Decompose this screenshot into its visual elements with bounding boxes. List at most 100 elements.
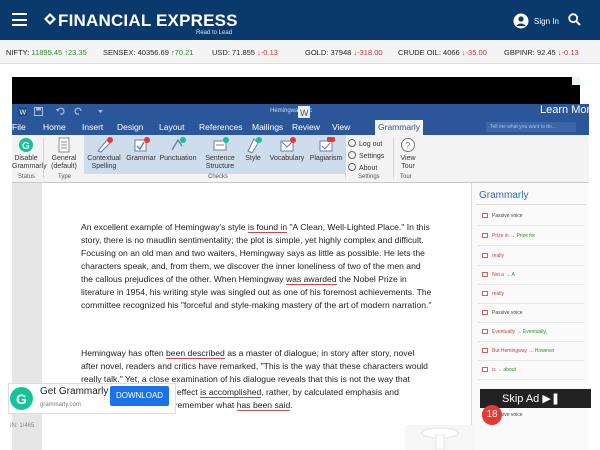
flagged-phrase[interactable]: was awarded: [285, 274, 337, 285]
suggestion-item[interactable]: is → about: [482, 367, 582, 373]
tell-me-search[interactable]: Tell me what you want to do...: [486, 122, 576, 132]
download-button[interactable]: DOWNLOAD: [110, 386, 169, 406]
grammarly-g-icon: G: [19, 138, 33, 152]
word-title-bar: W Hemingway.doc W: [12, 104, 589, 120]
group-label-checks: Checks: [208, 174, 229, 180]
gear-icon: [348, 151, 356, 159]
arrow-right-icon: →: [528, 348, 534, 354]
svg-text:G: G: [16, 391, 27, 407]
tab-layout[interactable]: Layout: [159, 122, 185, 132]
suggestion-item[interactable]: Eventually → Eventually,: [482, 329, 582, 335]
ticker-item-sensex[interactable]: SENSEX: 40356.69 ↑70.21: [103, 48, 194, 57]
ticker-item-usd[interactable]: USD: 71.855 ↓-0.13: [212, 48, 278, 57]
market-ticker: NIFTY: 11895.45 ↑23.35 SENSEX: 40356.69 …: [0, 40, 600, 64]
skip-ad-button[interactable]: Skip Ad ▶❚: [480, 389, 591, 408]
grammarly-logo-icon: G: [10, 387, 33, 410]
video-ad-frame[interactable]: [12, 77, 580, 104]
suggestion-item[interactable]: really: [482, 253, 582, 259]
grammarly-ribbon: G Disable Grammarly General (default) Co…: [12, 135, 589, 183]
svg-text:G: G: [22, 141, 30, 152]
ticker-value: 37948: [330, 48, 352, 57]
svg-text:W: W: [300, 108, 309, 118]
document-type-label: General (default): [51, 155, 77, 170]
punctuation-toggle[interactable]: Punctuation: [159, 137, 197, 163]
tab-grammarly[interactable]: Grammarly: [378, 122, 420, 132]
document-type-dropdown[interactable]: General (default): [47, 137, 81, 171]
suggestion-item[interactable]: Not a → A: [482, 272, 582, 278]
tab-mailings[interactable]: Mailings: [252, 122, 283, 132]
sign-in-label: Sign In: [534, 17, 559, 26]
hamburger-menu-icon[interactable]: [12, 13, 27, 26]
info-icon: [348, 163, 356, 171]
suggestion-text: really: [492, 253, 504, 259]
ticker-item-gbpinr[interactable]: GBPINR: 92.45 ↓-0.13: [504, 48, 579, 57]
notification-badge[interactable]: 18: [482, 405, 502, 425]
style-toggle[interactable]: Style: [242, 137, 264, 163]
tab-insert[interactable]: Insert: [82, 122, 103, 132]
suggestion-item[interactable]: Passive voice: [482, 310, 582, 316]
suggestion-item[interactable]: But Hemingway → However: [482, 348, 582, 354]
arrow-right-icon: →: [505, 272, 511, 278]
save-icon[interactable]: [34, 107, 43, 116]
view-tour-button[interactable]: ? View Tour: [397, 137, 419, 171]
contextual-spelling-toggle[interactable]: Contextual Spelling: [86, 137, 122, 171]
plagiarism-toggle[interactable]: Plagiarism: [309, 137, 343, 163]
plagiarism-icon: [319, 137, 335, 152]
suggestion-item[interactable]: Prize in → Prize for: [482, 233, 582, 239]
ticker-label: GBPINR:: [504, 48, 535, 57]
settings-button[interactable]: Settings: [348, 151, 384, 160]
settings-label: Settings: [359, 153, 385, 160]
flagged-phrase[interactable]: is found in: [247, 222, 288, 233]
learn-more-link[interactable]: Learn More: [540, 104, 596, 116]
flagged-phrase[interactable]: has been said: [236, 400, 291, 411]
flagged-phrase[interactable]: been described: [166, 348, 225, 359]
grammar-toggle[interactable]: Grammar: [126, 137, 156, 163]
logo-mark-icon: [44, 13, 56, 25]
search-icon[interactable]: [568, 13, 581, 26]
log-out-icon: [348, 139, 356, 147]
log-out-button[interactable]: Log out: [348, 139, 382, 148]
ticker-item-gold[interactable]: GOLD: 37948 ↓-318.00: [305, 48, 383, 57]
redo-icon[interactable]: [74, 107, 83, 116]
suggestion-from: is: [492, 367, 496, 373]
tab-view[interactable]: View: [332, 122, 350, 132]
ticker-change: -0.13: [260, 48, 278, 57]
tab-references[interactable]: References: [199, 122, 242, 132]
undo-icon[interactable]: [56, 107, 65, 116]
flagged-phrase[interactable]: is accomplished: [200, 387, 262, 398]
about-button[interactable]: About: [348, 163, 377, 172]
suggestion-card-icon: [482, 253, 488, 258]
customize-toolbar-icon[interactable]: [96, 107, 105, 116]
suggestion-item[interactable]: really: [482, 291, 582, 297]
svg-text:?: ?: [405, 141, 410, 151]
document-paragraph-1[interactable]: An excellent example of Hemingway's styl…: [81, 221, 433, 312]
ticker-item-crude-oil[interactable]: CRUDE OIL: 4066 ↓-35.00: [398, 48, 487, 57]
tab-design[interactable]: Design: [117, 122, 143, 132]
contextual-spelling-icon: [97, 137, 113, 153]
ribbon-separator: [43, 138, 44, 178]
group-label-tour: Tour: [400, 174, 412, 180]
vocabulary-label: Vocabulary: [269, 155, 305, 162]
ticker-label: GOLD:: [305, 48, 329, 57]
suggestion-card-icon: [482, 348, 488, 353]
ticker-item-nifty[interactable]: NIFTY: 11895.45 ↑23.35: [6, 48, 87, 57]
punctuation-icon: [171, 137, 186, 151]
disable-grammarly-button[interactable]: G Disable Grammarly: [12, 137, 47, 171]
ticker-label: NIFTY:: [6, 48, 30, 57]
text-run: Hemingway has often: [81, 348, 167, 358]
vocabulary-toggle[interactable]: Vocabulary: [269, 137, 305, 163]
tab-home[interactable]: Home: [43, 122, 66, 132]
user-icon: [513, 13, 529, 29]
skip-next-icon: ▶❚: [542, 393, 561, 405]
suggestion-item[interactable]: Passive voice: [482, 213, 582, 219]
sentence-structure-toggle[interactable]: Sentence Structure: [202, 137, 238, 171]
arrow-right-icon: →: [497, 367, 503, 373]
help-question-icon: ?: [401, 138, 415, 152]
tab-file[interactable]: File: [12, 122, 26, 132]
ad-domain: grammarly.com: [40, 402, 81, 408]
tab-review[interactable]: Review: [292, 122, 320, 132]
suggestion-card-icon: [482, 272, 488, 277]
ticker-value: 11895.45: [31, 48, 63, 57]
text-run: An excellent example of Hemingway's styl…: [81, 222, 248, 232]
ad-choices-icon[interactable]: [572, 77, 580, 85]
